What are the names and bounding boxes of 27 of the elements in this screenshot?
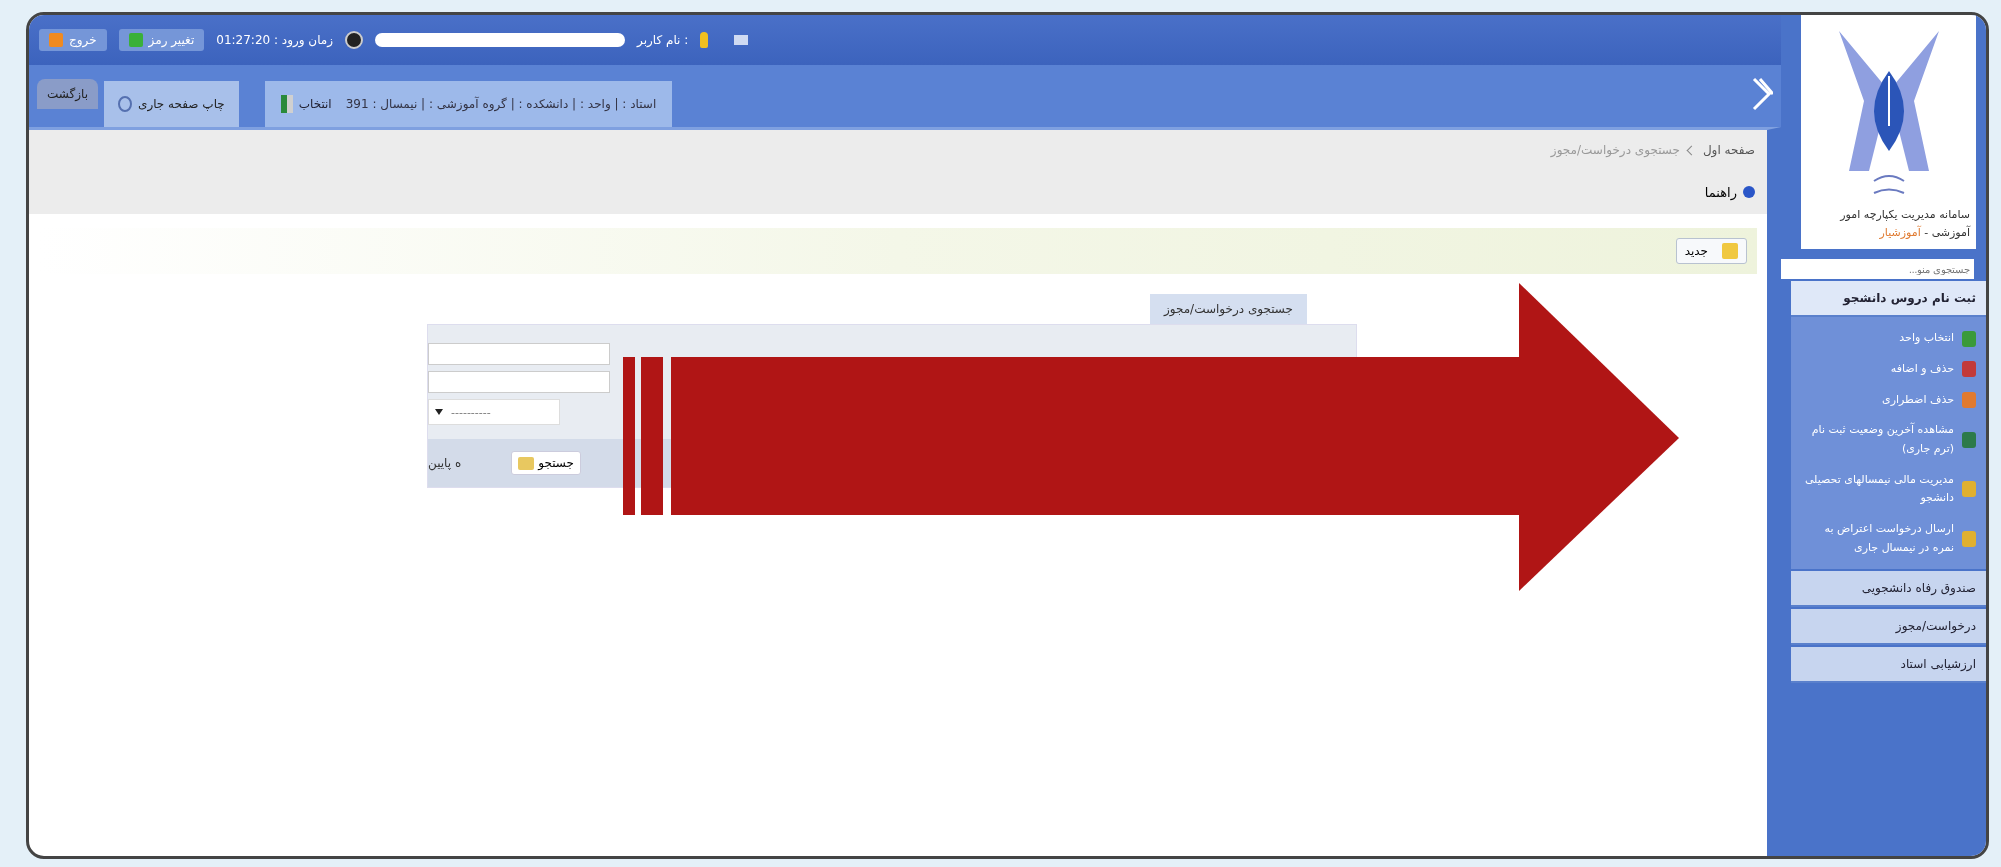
menu-group[interactable]: ثبت نام دروس دانشجو	[1791, 281, 1986, 318]
login-time: زمان ورود : 01:27:20	[216, 33, 334, 47]
menu-search-field[interactable]: جستجوی منو...	[1781, 259, 1974, 280]
print-button[interactable]: چاپ صفحه جاری	[104, 81, 239, 127]
context-info: استاد : | واحد : | دانشکده : | گروه آموزشی : | نیمسال : 391	[345, 97, 657, 111]
select-button[interactable]: انتخاب	[280, 95, 332, 113]
dropdown-arrow-icon	[435, 409, 443, 415]
user-label: نام کاربر :	[637, 33, 689, 47]
menu-group[interactable]: درخواست/مجوز	[1791, 609, 1986, 646]
user-icon	[700, 32, 709, 48]
input-field[interactable]	[428, 343, 610, 365]
new-button[interactable]: جدید	[1675, 238, 1747, 264]
input-field[interactable]	[428, 371, 610, 393]
system-title: سامانه مدیریت یکپارچه امور آموزشی - آموزشیار	[1838, 207, 1970, 241]
collapse-chevron-icon[interactable]	[1751, 77, 1773, 111]
panel-title-tab[interactable]: جستجوی درخواست/مجوز	[1149, 294, 1307, 324]
clock-icon	[345, 31, 364, 49]
help-icon	[1743, 186, 1755, 198]
back-button[interactable]: بازگشت	[37, 79, 98, 109]
breadcrumb-item[interactable]: صفحه اول	[1702, 143, 1755, 157]
menu-group[interactable]: صندوق رفاه دانشجویی	[1791, 571, 1986, 608]
menu-group[interactable]: ارزشیابی استاد	[1791, 647, 1986, 684]
book-icon	[280, 95, 293, 113]
footer-text: ه پایین	[428, 456, 462, 470]
help-link[interactable]: راهنما	[1704, 184, 1737, 200]
dropdown-field[interactable]: ----------	[428, 399, 560, 425]
search-button[interactable]: جستجو	[511, 451, 581, 475]
